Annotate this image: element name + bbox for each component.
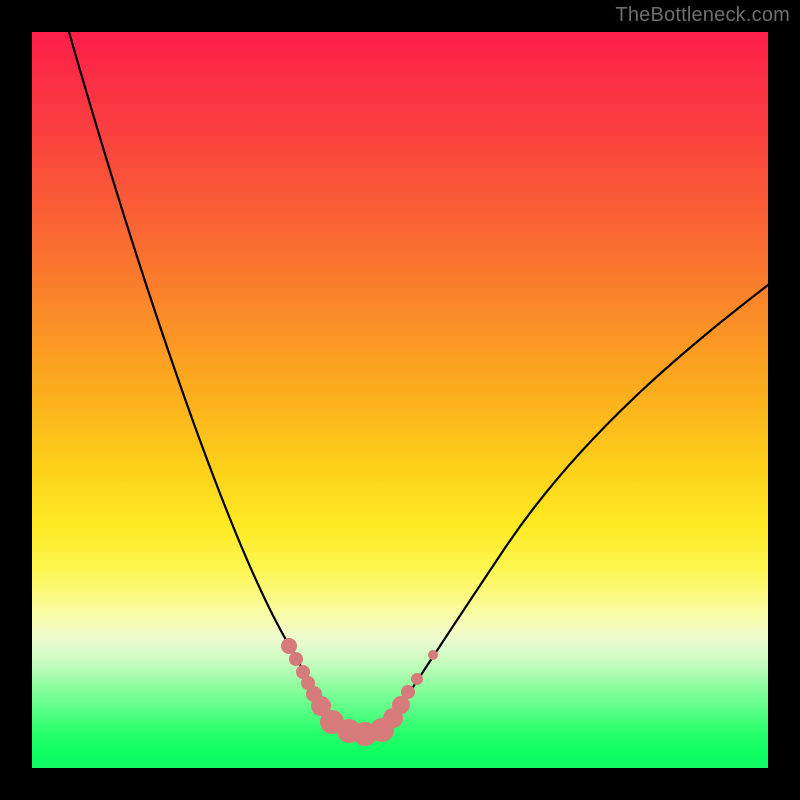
marker-dot	[411, 673, 423, 685]
marker-dot	[289, 652, 303, 666]
curve-layer	[32, 32, 768, 768]
marker-dot	[428, 650, 438, 660]
marker-dot	[281, 638, 297, 654]
chart-frame: TheBottleneck.com	[0, 0, 800, 800]
plot-area	[32, 32, 768, 768]
marker-group	[281, 638, 438, 746]
marker-dot	[401, 685, 415, 699]
bottleneck-curve	[69, 32, 768, 731]
watermark-text: TheBottleneck.com	[615, 4, 790, 27]
